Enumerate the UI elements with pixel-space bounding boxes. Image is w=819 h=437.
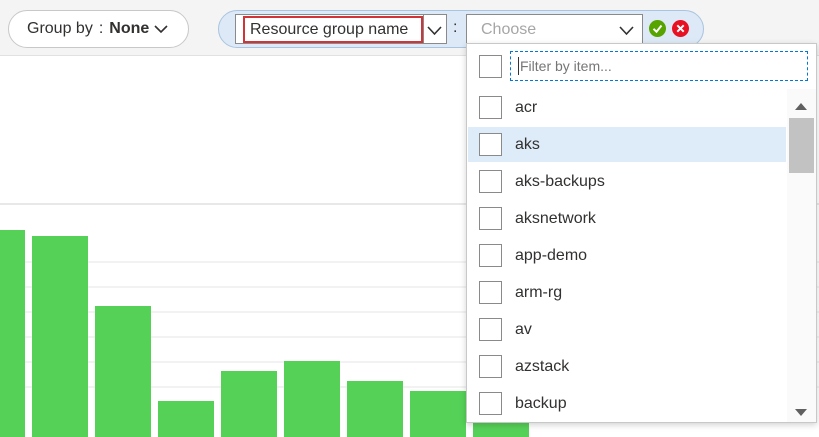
close-circle-icon[interactable] [672, 20, 689, 37]
list-item[interactable]: aks-backups [468, 164, 786, 199]
list-item[interactable]: aksnetwork [468, 201, 786, 236]
scroll-up-arrow-icon[interactable] [794, 98, 808, 116]
list-item[interactable]: azstack [468, 349, 786, 384]
item-checkbox[interactable] [479, 133, 502, 156]
item-checkbox[interactable] [479, 170, 502, 193]
chart-bar [158, 401, 214, 437]
chart-bar [347, 381, 403, 437]
filter-items-input[interactable] [510, 51, 808, 81]
checkmark-circle-icon[interactable] [649, 20, 666, 37]
group-by-separator: : [98, 20, 104, 37]
item-label: azstack [515, 357, 570, 375]
group-by-value: None [109, 20, 150, 37]
list-item[interactable]: acr [468, 90, 786, 125]
item-checkbox[interactable] [479, 318, 502, 341]
item-checkbox[interactable] [479, 207, 502, 230]
chevron-down-icon [154, 24, 168, 34]
item-label: app-demo [515, 246, 588, 264]
item-label: aksnetwork [515, 209, 596, 227]
item-label: backup [515, 394, 567, 412]
filter-value-placeholder: Choose [481, 21, 537, 38]
chart-bar [95, 306, 151, 437]
list-item[interactable]: backup [468, 386, 786, 421]
chart-bar [221, 371, 277, 437]
item-label: av [515, 320, 532, 338]
filter-property-select[interactable]: Resource group name [235, 14, 447, 44]
list-item[interactable]: app-demo [468, 238, 786, 273]
chevron-down-icon [427, 23, 442, 41]
chart-bar [284, 361, 340, 437]
chart-bar [0, 230, 25, 437]
scrollbar-thumb[interactable] [789, 118, 814, 173]
item-checkbox[interactable] [479, 355, 502, 378]
item-checkbox[interactable] [479, 392, 502, 415]
chart-bar [410, 391, 466, 437]
filter-property-value: Resource group name [250, 21, 409, 38]
item-label: aks [515, 135, 540, 153]
item-checkbox[interactable] [479, 281, 502, 304]
select-all-checkbox[interactable] [479, 55, 502, 78]
item-label: acr [515, 98, 538, 116]
group-by-button[interactable]: Group by : None [8, 10, 189, 48]
item-checkbox[interactable] [479, 96, 502, 119]
dropdown-scrollbar[interactable] [787, 89, 816, 422]
list-item[interactable]: av [468, 312, 786, 347]
chevron-down-icon [619, 23, 634, 41]
item-label: aks-backups [515, 172, 605, 190]
scroll-down-arrow-icon[interactable] [794, 404, 808, 422]
list-item[interactable]: arm-rg [468, 275, 786, 310]
filter-values-dropdown: acr aks aks-backups aksnetwork app-demo arm-r… [466, 43, 817, 423]
filter-value-select[interactable]: Choose [466, 14, 643, 44]
chart-bar [32, 236, 88, 437]
text-caret [518, 57, 519, 75]
group-by-label: Group by [27, 20, 93, 37]
select-divider [423, 15, 424, 43]
item-checkbox[interactable] [479, 244, 502, 267]
chart-bar [473, 422, 529, 437]
list-item[interactable]: aks [468, 127, 786, 162]
filter-operator: : [453, 19, 458, 36]
dropdown-list: acr aks aks-backups aksnetwork app-demo arm-r… [468, 89, 786, 422]
item-label: arm-rg [515, 283, 563, 301]
